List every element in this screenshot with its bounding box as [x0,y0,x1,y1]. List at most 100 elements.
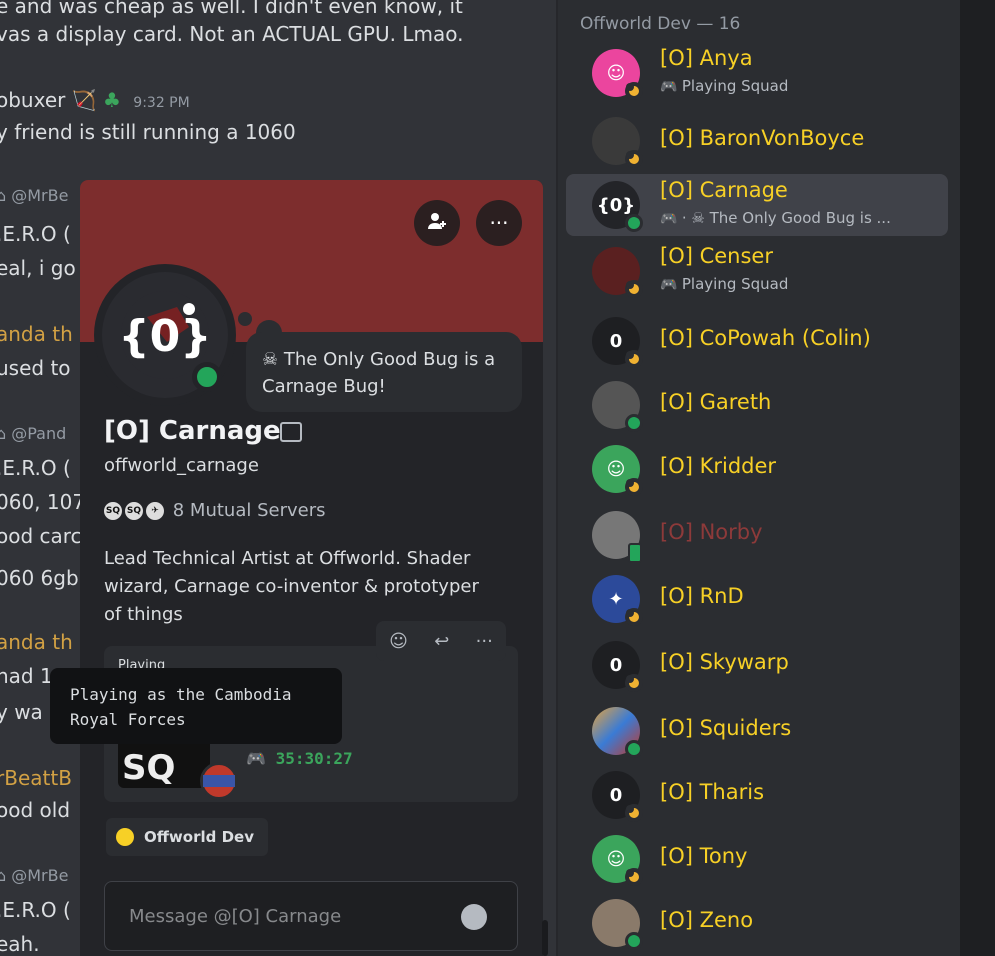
avatar[interactable]: 0 [592,641,643,692]
avatar[interactable]: ☺ [592,445,643,496]
member-row[interactable]: 0 [O] Tharis [566,764,948,826]
member-row[interactable]: ☺ [O] Anya 🎮 Playing Squad [566,42,948,104]
reply-icon[interactable]: ↩ [434,631,449,652]
scrollbar[interactable] [542,920,548,956]
member-row[interactable]: [O] Censer 🎮 Playing Squad [566,240,948,302]
idle-status-icon [625,478,643,496]
custom-status-text: The Only Good Bug is a Carnage Bug! [262,349,496,397]
member-name: [O] Norby [660,520,763,544]
message-text: .E.R.O ( [0,456,71,480]
avatar[interactable]: 0 [592,771,643,822]
idle-status-icon [625,350,643,368]
avatar[interactable] [592,381,643,432]
profile-bio: Lead Technical Artist at Offworld. Shade… [104,548,479,625]
message-author[interactable]: anda th [0,630,73,654]
reply-preview[interactable]: ⌂ @MrBe [0,866,68,885]
more-icon[interactable]: ··· [476,631,493,652]
online-status-dot [192,362,222,392]
member-row[interactable]: [O] Zeno [566,892,948,954]
server-dot-icon [116,828,134,846]
reply-preview[interactable]: ⌂ @Pand [0,424,66,443]
member-row[interactable]: {0} [O] Carnage 🎮 · ☠ The Only Good Bug is… [566,174,948,236]
member-row[interactable]: [O] Norby [566,504,948,566]
online-status-icon [625,932,643,950]
cambodia-flag-icon[interactable] [200,762,238,800]
note-icon[interactable] [280,422,302,442]
member-name: [O] Squiders [660,716,792,740]
more-options-button[interactable]: ··· [476,200,522,246]
online-status-icon [625,414,643,432]
member-list: Offworld Dev — 16 ☺ [O] Anya 🎮 Playing Squ… [558,0,960,956]
gamepad-icon: 🎮 [660,211,682,227]
message-placeholder: Message @[O] Carnage [129,906,342,927]
clover-icon: ♣ [102,88,121,112]
server-chip[interactable]: Offworld Dev [106,818,268,856]
ellipsis-icon: ··· [489,211,509,235]
message-author[interactable]: anda th [0,322,73,346]
member-row[interactable]: [O] Squiders [566,700,948,762]
avatar[interactable]: {0} [592,181,643,232]
avatar[interactable] [592,511,642,563]
avatar[interactable]: 0 [592,317,643,368]
mutual-servers[interactable]: SQ SQ ✈ 8 Mutual Servers [104,500,325,521]
member-row[interactable]: ☺ [O] Tony [566,828,948,890]
member-name: [O] RnD [660,584,744,608]
member-name: [O] Anya [660,46,753,70]
member-name: [O] Skywarp [660,650,789,674]
member-activity: 🎮 Playing Squad [660,77,788,95]
avatar[interactable]: ☺ [592,49,643,100]
member-name: [O] Carnage [660,178,788,202]
member-name: [O] Zeno [660,908,754,932]
message-text: 060 6gb [0,566,79,590]
message-author[interactable]: rBeattB [0,766,72,790]
message-text: ood carc [0,524,82,548]
server-chip-label: Offworld Dev [144,828,254,846]
member-row[interactable]: [O] Gareth [566,374,948,436]
emoji-icon[interactable] [461,904,487,930]
member-row[interactable]: 0 [O] CoPowah (Colin) [566,310,948,372]
message-author[interactable]: obuxer [0,88,65,112]
idle-status-icon [625,804,643,822]
avatar[interactable]: ☺ [592,835,643,886]
activity-timer: 🎮 35:30:27 [246,749,353,768]
idle-status-icon [625,868,643,886]
member-name: [O] Censer [660,244,773,268]
custom-status-bubble: ☠ The Only Good Bug is a Carnage Bug! [246,332,522,412]
message-text: .E.R.O ( [0,898,71,922]
message-text: used to [0,356,71,380]
add-reaction-icon[interactable]: ☺ [389,631,408,652]
member-row[interactable]: 0 [O] Skywarp [566,634,948,696]
member-list-header: Offworld Dev — 16 [580,14,741,34]
profile-username[interactable]: offworld_carnage [104,455,259,476]
avatar[interactable]: ✦ [592,575,643,626]
message-text: had 1 [0,664,53,688]
tooltip: Playing as the Cambodia Royal Forces [50,668,342,744]
member-row[interactable]: [O] BaronVonBoyce [566,110,948,172]
message-text: y friend is still running a 1060 [0,120,296,144]
server-icon: SQ [125,502,143,520]
right-edge [960,0,995,956]
reply-preview[interactable]: ⌂ @MrBe [0,186,68,205]
message-text: ood old [0,798,71,822]
message-timestamp: 9:32 PM [133,95,190,111]
add-friend-icon [426,210,448,237]
member-activity-text: Playing Squad [681,77,789,95]
gamepad-icon: 🎮 [246,749,266,768]
member-name: [O] Gareth [660,390,772,414]
profile-display-name: [O] Carnage [104,416,281,446]
avatar[interactable] [592,899,643,950]
idle-status-icon [625,82,643,100]
avatar[interactable] [592,247,643,298]
member-activity-text: Playing Squad [681,275,789,293]
idle-status-icon [625,674,643,692]
message-input[interactable]: Message @[O] Carnage [104,881,518,951]
add-friend-button[interactable] [414,200,460,246]
member-row[interactable]: ✦ [O] RnD [566,568,948,630]
avatar[interactable] [592,707,643,758]
member-name: [O] Tony [660,844,748,868]
online-status-icon [625,740,643,758]
member-name: [O] Tharis [660,780,765,804]
avatar[interactable] [592,117,643,168]
mobile-status-icon [628,543,642,563]
member-row[interactable]: ☺ [O] Kridder [566,438,948,500]
